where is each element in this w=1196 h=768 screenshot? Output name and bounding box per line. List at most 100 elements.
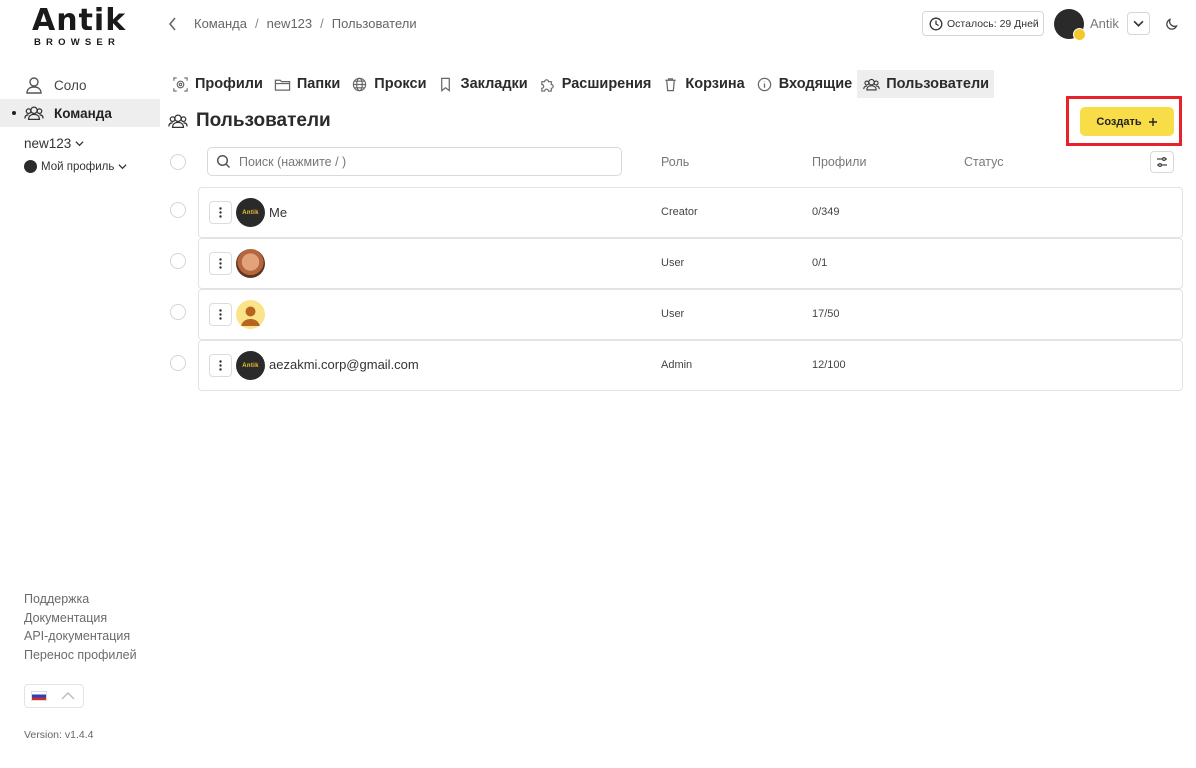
breadcrumb-item: Пользователи (331, 16, 417, 31)
column-header-status[interactable]: Статус (964, 155, 1004, 169)
tab-trash[interactable]: Корзина (656, 70, 749, 98)
account-dropdown-button[interactable] (1127, 12, 1150, 35)
moon-icon (1165, 17, 1178, 30)
footer-links: Поддержка Документация API-документация … (24, 590, 137, 664)
link-profile-transfer[interactable]: Перенос профилей (24, 646, 137, 665)
chevron-down-icon (118, 164, 127, 170)
row-checkbox[interactable] (170, 355, 186, 371)
table-row[interactable]: Antik aezakmi.corp@gmail.com Admin 12/10… (198, 340, 1183, 391)
breadcrumb-item[interactable]: new123 (267, 16, 313, 31)
back-arrow-icon[interactable] (166, 15, 180, 33)
profile-selector[interactable]: Мой профиль (24, 160, 127, 173)
antik-mini-logo: Antik (242, 209, 259, 216)
link-support[interactable]: Поддержка (24, 590, 137, 609)
tab-label: Входящие (778, 76, 853, 92)
russian-flag-icon (31, 691, 47, 701)
row-menu-button[interactable] (209, 201, 232, 224)
kebab-menu-icon (219, 258, 222, 269)
puzzle-icon (540, 78, 554, 92)
page-title-text: Пользователи (196, 110, 331, 131)
chevron-up-icon (61, 692, 75, 700)
search-icon (216, 154, 231, 169)
version-label: Version: v1.4.4 (24, 729, 94, 741)
trash-icon (665, 77, 677, 91)
breadcrumb-separator: / (320, 16, 324, 31)
row-checkbox[interactable] (170, 253, 186, 269)
team-icon (863, 78, 881, 90)
kebab-menu-icon (219, 309, 222, 320)
row-checkbox[interactable] (170, 202, 186, 218)
row-menu-button[interactable] (209, 303, 232, 326)
antik-logo[interactable]: Antik BROWSER (32, 3, 128, 49)
tab-extensions[interactable]: Расширения (533, 70, 657, 98)
info-icon (757, 77, 771, 91)
tab-label: Папки (296, 76, 341, 92)
link-api-docs[interactable]: API-документация (24, 627, 137, 646)
clock-icon (929, 17, 943, 30)
user-profiles: 17/50 (812, 308, 840, 320)
tab-users[interactable]: Пользователи (857, 70, 995, 98)
user-profiles: 0/1 (812, 257, 828, 269)
breadcrumb-separator: / (254, 16, 259, 31)
subscription-days-badge[interactable]: Осталось: 29 Дней (922, 11, 1044, 36)
tab-bar: Профили Папки Прокси Закладки Расширения… (166, 70, 995, 98)
avatar: Antik (236, 198, 265, 227)
tab-label: Расширения (561, 76, 652, 92)
avatar (24, 160, 37, 173)
user-role: Creator (661, 206, 698, 218)
breadcrumb: Команда / new123 / Пользователи (194, 16, 417, 31)
logo-word: Antik (32, 3, 127, 38)
active-dot-icon (12, 111, 16, 115)
tab-label: Профили (195, 76, 263, 92)
row-checkbox[interactable] (170, 304, 186, 320)
tab-proxies[interactable]: Прокси (345, 70, 431, 98)
sidebar: Antik BROWSER Соло Команда new123 Мой пр… (0, 0, 160, 768)
tab-profiles[interactable]: Профили (166, 70, 268, 98)
sidebar-item-solo[interactable]: Соло (0, 71, 160, 99)
table-row[interactable]: User 17/50 (198, 289, 1183, 340)
team-selector-label: new123 (24, 136, 72, 151)
user-profiles: 12/100 (812, 359, 846, 371)
star-badge-icon (1073, 28, 1086, 41)
create-button-label: Создать (1096, 115, 1142, 128)
table-row[interactable]: User 0/1 (198, 238, 1183, 289)
sidebar-item-label: Соло (54, 77, 87, 93)
user-name: Antik (1090, 16, 1119, 31)
breadcrumb-item[interactable]: Команда (194, 16, 247, 31)
column-header-profiles[interactable]: Профили (812, 155, 866, 169)
user-name: aezakmi.corp@gmail.com (269, 357, 419, 372)
team-selector[interactable]: new123 (24, 136, 84, 151)
table-row[interactable]: Antik Me Creator 0/349 (198, 187, 1183, 238)
sliders-icon (1157, 157, 1167, 167)
chevron-down-icon (75, 141, 84, 147)
search-input[interactable] (239, 154, 599, 169)
tab-label: Прокси (374, 76, 427, 92)
team-icon (24, 106, 44, 120)
select-all-checkbox[interactable] (170, 154, 186, 170)
column-settings-button[interactable] (1150, 151, 1174, 173)
tab-folders[interactable]: Папки (268, 70, 345, 98)
tab-label: Корзина (685, 76, 745, 92)
language-selector[interactable] (24, 684, 84, 708)
tab-bookmarks[interactable]: Закладки (431, 70, 532, 98)
avatar[interactable] (1054, 9, 1086, 41)
theme-toggle-button[interactable] (1160, 12, 1183, 35)
default-user-icon (241, 306, 260, 326)
row-menu-button[interactable] (209, 354, 232, 377)
sidebar-item-label: Команда (54, 105, 112, 121)
link-documentation[interactable]: Документация (24, 609, 137, 628)
avatar (236, 249, 265, 278)
profile-selector-label: Мой профиль (41, 160, 115, 173)
tab-label: Закладки (460, 76, 528, 92)
create-button[interactable]: Создать (1080, 107, 1174, 136)
column-header-role[interactable]: Роль (661, 155, 689, 169)
tab-label: Пользователи (886, 76, 990, 92)
team-icon (168, 114, 188, 128)
row-menu-button[interactable] (209, 252, 232, 275)
kebab-menu-icon (219, 207, 222, 218)
sidebar-item-team[interactable]: Команда (0, 99, 160, 127)
search-box[interactable] (207, 147, 622, 176)
page-title: Пользователи (168, 110, 331, 132)
fingerprint-icon (173, 76, 188, 92)
tab-inbox[interactable]: Входящие (750, 70, 858, 98)
